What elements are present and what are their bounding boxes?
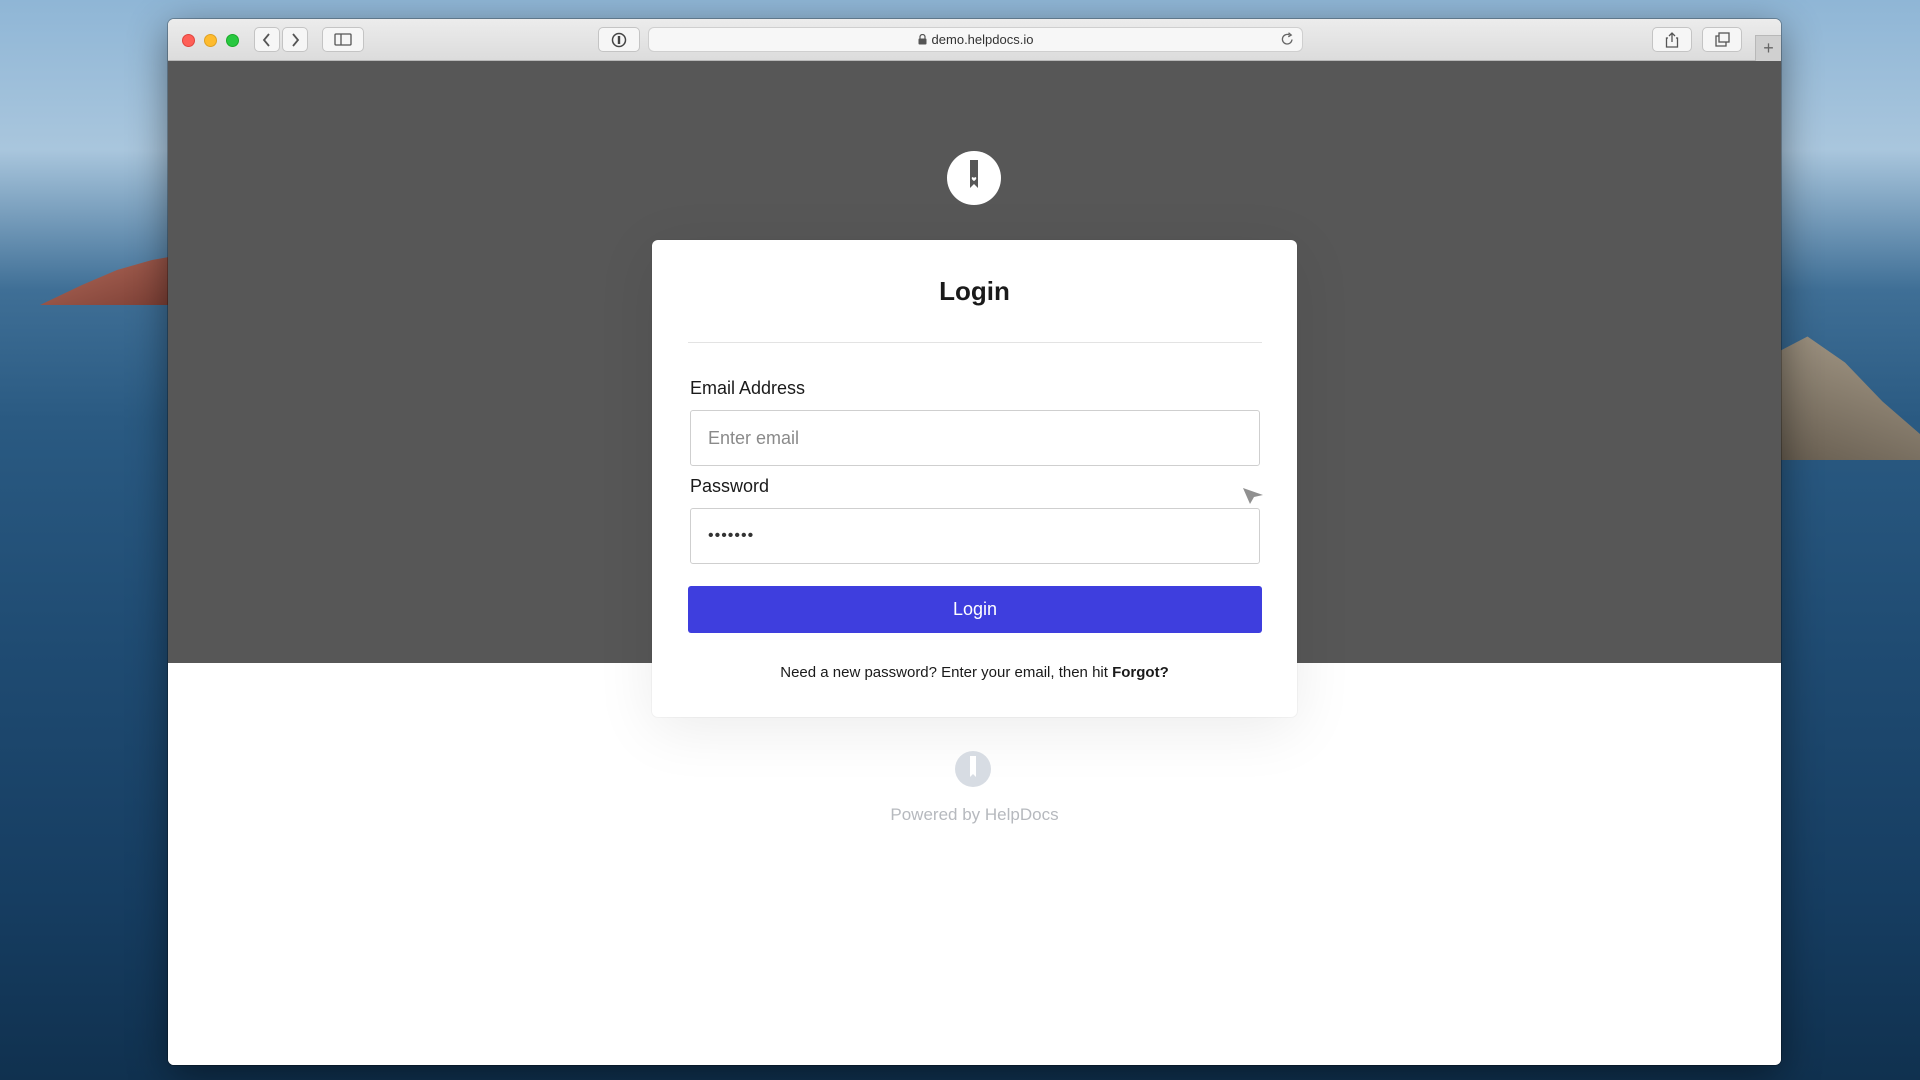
hint-text: Need a new password? Enter your email, t… xyxy=(780,664,1113,681)
plus-icon: + xyxy=(1763,38,1774,58)
bookmark-icon xyxy=(970,756,976,777)
share-icon xyxy=(1665,31,1679,48)
title-divider xyxy=(688,342,1262,343)
page-content: Login Email Address Password Login Need … xyxy=(168,61,1781,1065)
lock-icon xyxy=(918,34,927,45)
forward-button[interactable] xyxy=(282,27,308,52)
email-label: Email Address xyxy=(690,378,806,398)
mouse-cursor-icon xyxy=(1241,486,1267,511)
tabs-overview-button[interactable] xyxy=(1702,27,1742,52)
bookmark-icon xyxy=(970,160,978,188)
desktop-island-right xyxy=(1770,336,1920,460)
browser-window: demo.helpdocs.io + Login Email Address E… xyxy=(168,19,1781,1065)
helpdocs-logo[interactable] xyxy=(947,151,1001,205)
password-manager-button[interactable] xyxy=(598,27,640,52)
address-bar-url: demo.helpdocs.io xyxy=(931,32,1034,47)
tabs-icon xyxy=(1714,32,1730,47)
maximize-window-button[interactable] xyxy=(226,34,239,47)
share-button[interactable] xyxy=(1652,27,1692,52)
sidebar-toggle-button[interactable] xyxy=(322,27,364,52)
minimize-window-button[interactable] xyxy=(204,34,217,47)
address-bar[interactable]: demo.helpdocs.io xyxy=(648,27,1303,52)
forgot-link[interactable]: Forgot? xyxy=(1112,664,1169,681)
reload-icon[interactable] xyxy=(1281,32,1294,49)
back-chevron-icon xyxy=(262,32,270,47)
forward-chevron-icon xyxy=(292,32,300,47)
new-tab-button[interactable]: + xyxy=(1755,35,1781,61)
desktop-island-left xyxy=(40,255,180,305)
login-card: Login Email Address Password Login Need … xyxy=(652,240,1297,717)
close-window-button[interactable] xyxy=(182,34,195,47)
login-title: Login xyxy=(939,276,1010,306)
password-manager-icon xyxy=(611,32,627,47)
back-button[interactable] xyxy=(254,27,280,52)
password-field[interactable] xyxy=(690,508,1260,564)
login-button[interactable]: Login xyxy=(688,586,1262,633)
footer-helpdocs-logo[interactable] xyxy=(955,751,991,787)
forgot-password-hint: Need a new password? Enter your email, t… xyxy=(652,664,1297,681)
powered-by-text[interactable]: Powered by HelpDocs xyxy=(168,805,1781,825)
email-field[interactable] xyxy=(690,410,1260,466)
sidebar-icon xyxy=(334,33,352,46)
password-label: Password xyxy=(690,476,770,496)
browser-toolbar: demo.helpdocs.io + xyxy=(168,19,1781,61)
